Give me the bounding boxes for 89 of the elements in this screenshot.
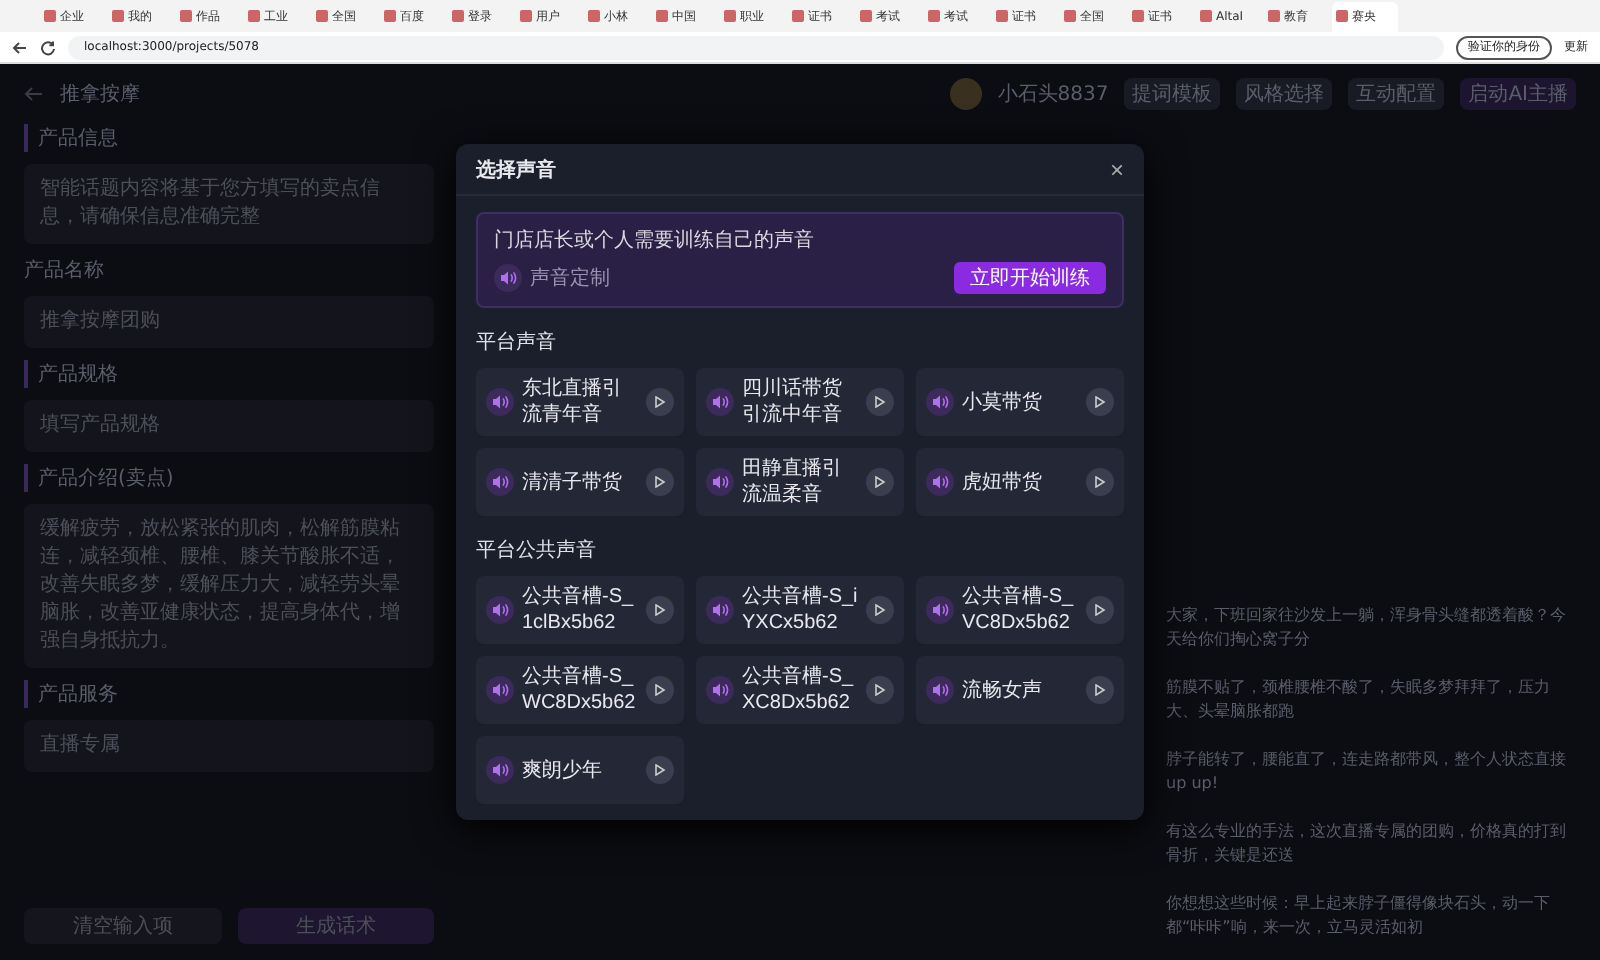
voice-card[interactable]: 虎妞带货 [916,448,1124,516]
script-text: 筋膜不贴了，颈椎腰椎不酸了，失眠多梦拜拜了，压力大、头晕脑胀都跑 [1166,676,1552,724]
play-button[interactable] [1086,676,1114,704]
speaker-icon [926,596,954,624]
voice-card[interactable]: 公共音槽-S_VC8Dx5b62 [916,576,1124,644]
play-icon [1094,396,1106,408]
voice-name: 清清子带货 [522,469,624,495]
section-heading: 平台公共声音 [476,537,598,564]
voice-name: 公共音槽-S_XC8Dx5b62 [742,664,856,716]
notice-text: 智能话题内容将基于您方填写的卖点信息，请确保信息准确完整 [24,164,434,244]
voice-card[interactable]: 田静直播引流温柔音 [696,448,904,516]
play-icon [874,684,886,696]
play-button[interactable] [646,388,674,416]
speaker-icon [486,468,514,496]
voice-name: 流畅女声 [962,677,1044,703]
speaker-icon [486,756,514,784]
speaker-icon [494,264,522,292]
play-button[interactable] [1086,388,1114,416]
voice-name: 公共音槽-S_VC8Dx5b62 [962,584,1076,636]
voice-card[interactable]: 公共音槽-S_WC8Dx5b62 [476,656,684,724]
voice-name: 东北直播引流青年音 [522,376,624,428]
field-label: 产品规格 [24,360,434,388]
voice-name: 公共音槽-S_iYXCx5b62 [742,584,858,636]
voice-card[interactable]: 小莫带货 [916,368,1124,436]
play-button[interactable] [646,756,674,784]
voice-card[interactable]: 爽朗少年 [476,736,684,804]
section-heading: 平台声音 [476,329,558,356]
voice-name: 四川话带货引流中年音 [742,376,844,428]
speaker-icon [706,388,734,416]
voice-name: 田静直播引流温柔音 [742,456,844,508]
speaker-icon [706,676,734,704]
speaker-icon [486,676,514,704]
play-button[interactable] [1086,468,1114,496]
field-label: 产品名称 [24,257,106,284]
user-name: 小石头8837 [997,81,1109,108]
back-icon[interactable] [12,39,28,55]
play-button[interactable] [866,388,894,416]
voice-name: 虎妞带货 [962,469,1044,495]
user-avatar [949,78,982,110]
voice-name: 小莫带货 [962,389,1044,415]
script-text: 你想想这些时候：早上起来脖子僵得像块石头，动一下都“咔咔”响，来一次，立马灵活如初 [1166,892,1552,940]
play-icon [654,604,666,616]
voice-card[interactable]: 清清子带货 [476,448,684,516]
play-icon [654,684,666,696]
field-label: 产品介绍(卖点) [24,464,434,492]
section-title: 产品信息 [24,124,434,152]
voice-card[interactable]: 公共音槽-S_1clBx5b62 [476,576,684,644]
voice-card[interactable]: 四川话带货引流中年音 [696,368,904,436]
speaker-icon [486,388,514,416]
play-icon [654,476,666,488]
speaker-icon [486,596,514,624]
script-text: 有这么专业的手法，这次直播专属的团购，价格真的打到骨折，关键是还送 [1166,820,1568,868]
voice-name: 公共音槽-S_1clBx5b62 [522,584,636,636]
reload-icon[interactable] [40,39,56,55]
page-title: 推拿按摩 [60,81,140,108]
play-icon [874,396,886,408]
voice-card[interactable]: 公共音槽-S_iYXCx5b62 [696,576,904,644]
voice-card[interactable]: 东北直播引流青年音 [476,368,684,436]
voice-name: 爽朗少年 [522,757,604,783]
play-icon [1094,684,1106,696]
banner-tag: 声音定制 [530,264,610,292]
speaker-icon [926,468,954,496]
play-icon [654,764,666,776]
train-button[interactable]: 立即开始训练 [954,262,1106,294]
play-button[interactable] [866,596,894,624]
play-button[interactable] [646,676,674,704]
play-button[interactable] [866,676,894,704]
play-icon [874,476,886,488]
play-icon [654,396,666,408]
speaker-icon [706,468,734,496]
play-button[interactable] [866,468,894,496]
play-button[interactable] [1086,596,1114,624]
field-label: 产品服务 [24,680,434,708]
voice-card[interactable]: 公共音槽-S_XC8Dx5b62 [696,656,904,724]
banner-text: 门店店长或个人需要训练自己的声音 [494,227,816,254]
voice-name: 公共音槽-S_WC8Dx5b62 [522,664,638,716]
play-button[interactable] [646,468,674,496]
script-text: 大家，下班回家往沙发上一躺，浑身骨头缝都透着酸？今天给你们掏心窝子分 [1166,604,1568,652]
speaker-icon [926,676,954,704]
voice-card[interactable]: 流畅女声 [916,656,1124,724]
play-icon [874,604,886,616]
speaker-icon [706,596,734,624]
play-icon [1094,604,1106,616]
close-button[interactable]: × [1109,155,1124,183]
dialog-title: 选择声音 [476,156,556,183]
play-button[interactable] [646,596,674,624]
play-icon [1094,476,1106,488]
script-text: 脖子能转了，腰能直了，连走路都带风，整个人状态直接up up! [1166,748,1568,796]
speaker-icon [926,388,954,416]
